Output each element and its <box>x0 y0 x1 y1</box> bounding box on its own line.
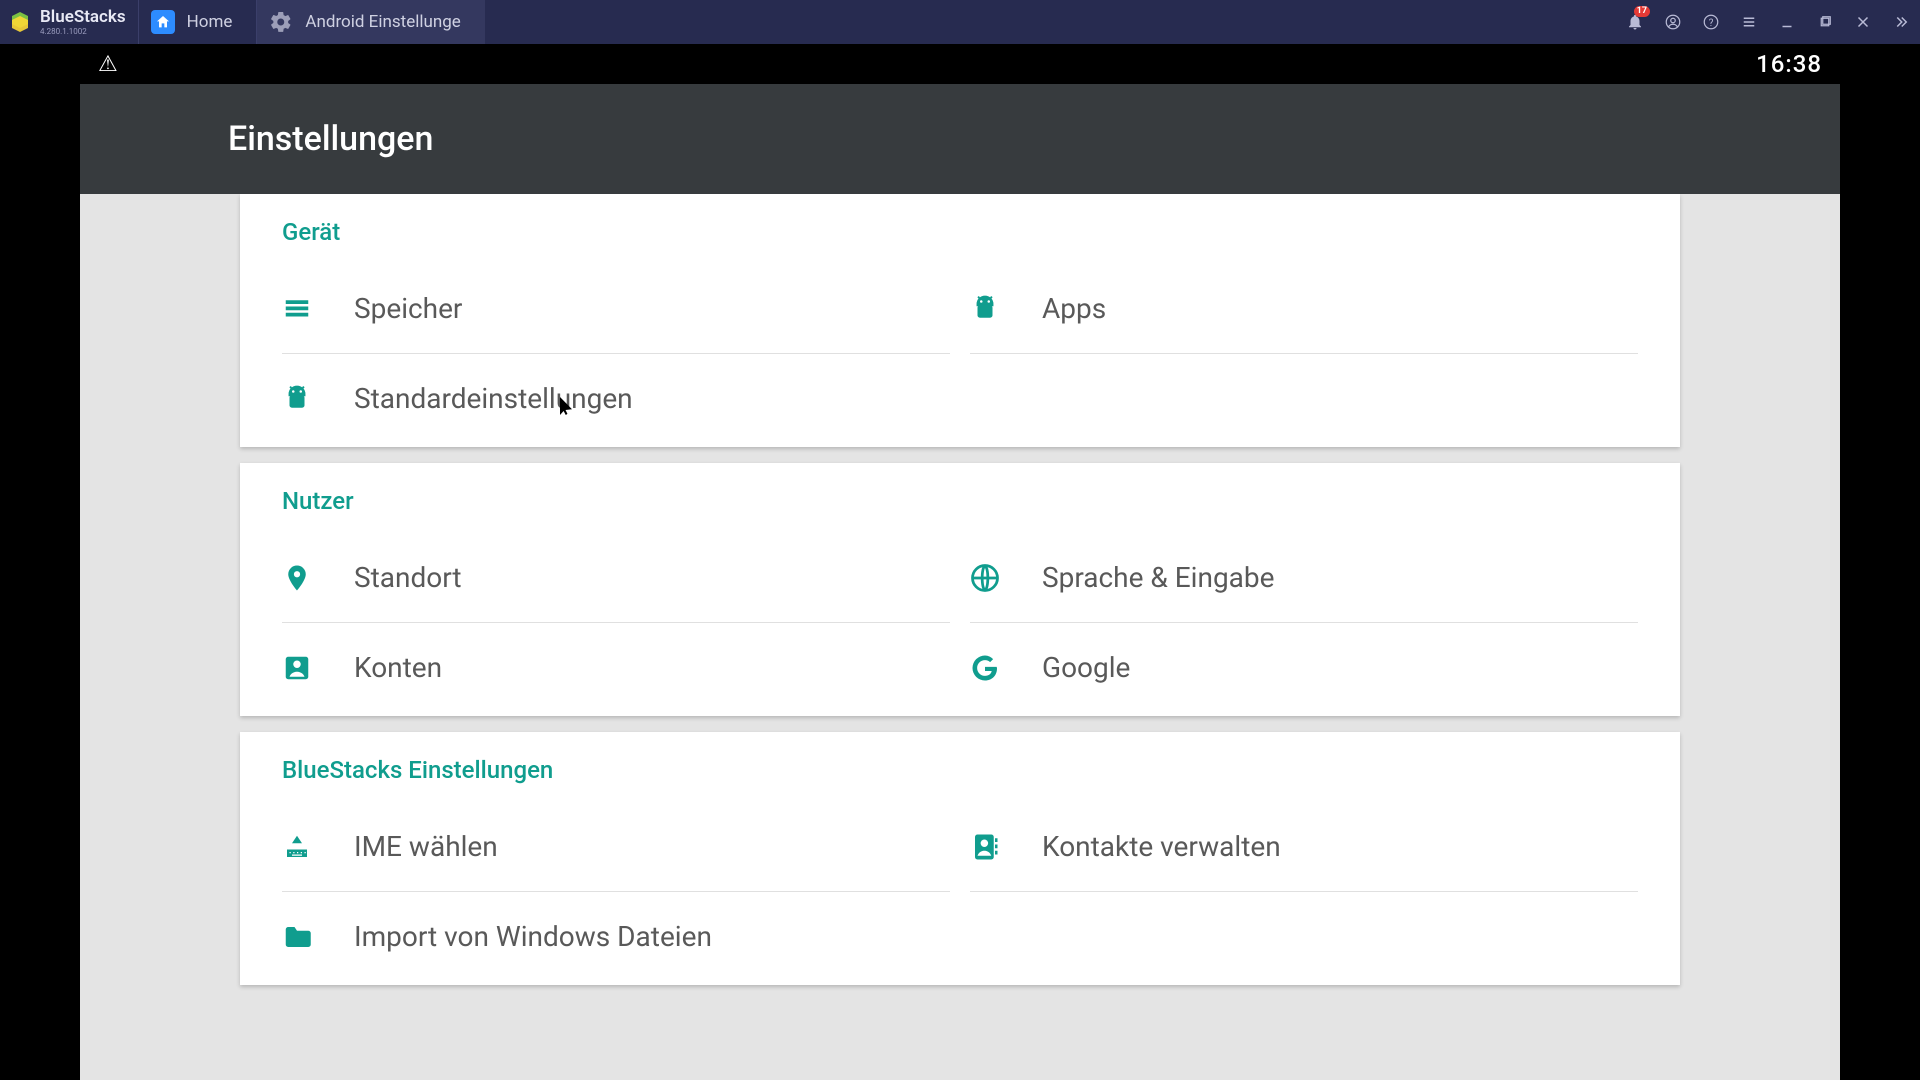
tab-home[interactable]: Home <box>138 0 257 44</box>
chevrons-right-icon <box>1892 13 1910 31</box>
item-label: Import von Windows Dateien <box>354 920 712 953</box>
minimize-button[interactable] <box>1768 0 1806 44</box>
user-circle-icon <box>1664 13 1682 31</box>
section-user: Nutzer Standort Sprache & Eingabe Konten <box>240 463 1680 716</box>
menu-button[interactable] <box>1730 0 1768 44</box>
contacts-icon <box>970 832 1000 862</box>
section-title: Gerät <box>282 218 1638 246</box>
gear-icon <box>269 10 293 34</box>
app-name: BlueStacks <box>40 9 126 26</box>
item-label: Apps <box>1042 292 1106 325</box>
android-icon <box>970 294 1000 324</box>
titlebar: BlueStacks 4.280.1.1002 Home Android Ein… <box>0 0 1920 44</box>
android-icon <box>282 384 312 414</box>
folder-icon <box>282 922 312 952</box>
tab-android-settings[interactable]: Android Einstellunge <box>256 0 484 44</box>
keyboard-icon <box>282 832 312 862</box>
item-ime[interactable]: IME wählen <box>282 802 950 892</box>
notification-badge: 17 <box>1634 6 1650 17</box>
tab-label: Android Einstellunge <box>305 12 460 32</box>
app-bar: Einstellungen <box>80 84 1840 194</box>
item-label: Google <box>1042 651 1130 684</box>
item-label: Standardeinstellungen <box>354 382 633 415</box>
empty-cell <box>970 354 1638 443</box>
close-icon <box>1854 13 1872 31</box>
app-logo: BlueStacks 4.280.1.1002 <box>0 9 138 36</box>
item-label: Kontakte verwalten <box>1042 830 1281 863</box>
house-icon <box>151 10 175 34</box>
item-label: IME wählen <box>354 830 498 863</box>
location-icon <box>282 563 312 593</box>
warning-icon: ⚠ <box>98 52 118 77</box>
notifications-button[interactable]: 17 <box>1616 0 1654 44</box>
item-apps[interactable]: Apps <box>970 264 1638 354</box>
settings-scroll[interactable]: Gerät Speicher Apps Standardeinstellunge… <box>80 194 1840 1080</box>
android-status-bar: ⚠ 16:38 <box>80 44 1840 84</box>
item-default-settings[interactable]: Standardeinstellungen <box>282 354 950 443</box>
globe-icon <box>970 563 1000 593</box>
maximize-button[interactable] <box>1806 0 1844 44</box>
section-title: BlueStacks Einstellungen <box>282 756 1638 784</box>
storage-icon <box>282 294 312 324</box>
item-contacts[interactable]: Kontakte verwalten <box>970 802 1638 892</box>
status-clock: 16:38 <box>1756 50 1822 78</box>
app-version: 4.280.1.1002 <box>40 28 126 36</box>
section-device: Gerät Speicher Apps Standardeinstellunge… <box>240 194 1680 447</box>
item-location[interactable]: Standort <box>282 533 950 623</box>
section-title: Nutzer <box>282 487 1638 515</box>
close-button[interactable] <box>1844 0 1882 44</box>
emulator-viewport: ⚠ 16:38 Einstellungen Gerät Speicher App… <box>0 44 1920 1080</box>
bluestacks-logo-icon <box>8 10 32 34</box>
item-label: Konten <box>354 651 442 684</box>
section-bluestacks: BlueStacks Einstellungen IME wählen Kont… <box>240 732 1680 985</box>
item-accounts[interactable]: Konten <box>282 623 950 712</box>
item-label: Sprache & Eingabe <box>1042 561 1274 594</box>
hamburger-icon <box>1740 13 1758 31</box>
item-language-input[interactable]: Sprache & Eingabe <box>970 533 1638 623</box>
page-title: Einstellungen <box>228 119 433 159</box>
help-button[interactable]: ? <box>1692 0 1730 44</box>
minimize-icon <box>1778 13 1796 31</box>
account-button[interactable] <box>1654 0 1692 44</box>
help-icon: ? <box>1702 13 1720 31</box>
item-import-files[interactable]: Import von Windows Dateien <box>282 892 950 981</box>
expand-sidebar-button[interactable] <box>1882 0 1920 44</box>
svg-text:?: ? <box>1709 18 1714 29</box>
google-icon <box>970 653 1000 683</box>
account-icon <box>282 653 312 683</box>
empty-cell <box>970 892 1638 981</box>
item-label: Speicher <box>354 292 462 325</box>
maximize-icon <box>1816 13 1834 31</box>
item-storage[interactable]: Speicher <box>282 264 950 354</box>
tab-label: Home <box>187 12 233 32</box>
item-google[interactable]: Google <box>970 623 1638 712</box>
item-label: Standort <box>354 561 462 594</box>
